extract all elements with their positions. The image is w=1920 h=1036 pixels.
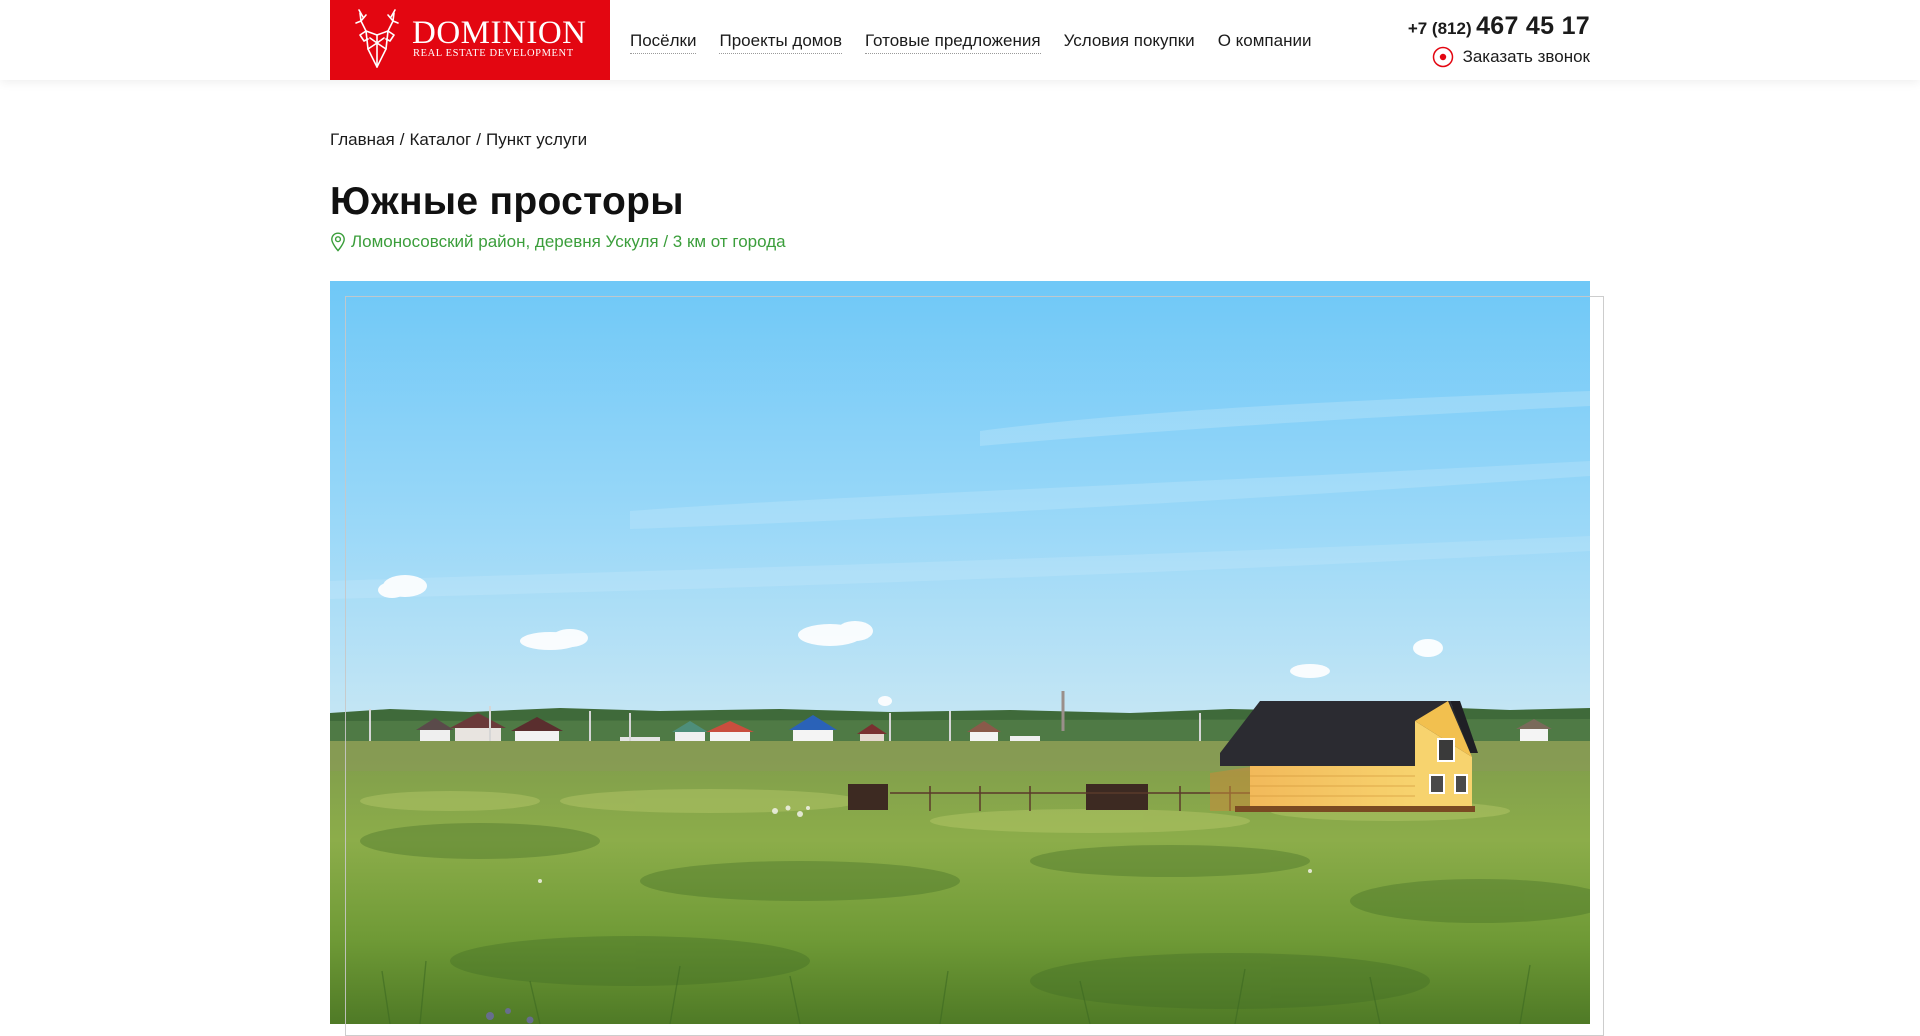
phone-number: 467 45 17 — [1476, 12, 1590, 40]
breadcrumb-current: Пункт услуги — [486, 130, 588, 149]
callback-label: Заказать звонок — [1462, 47, 1590, 66]
nav-item-purchase-terms[interactable]: Условия покупки — [1064, 30, 1195, 54]
phone-link[interactable]: +7 (812) 467 45 17 — [1390, 12, 1590, 41]
breadcrumb: Главная / Каталог / Пункт услуги — [330, 128, 587, 152]
breadcrumb-catalog[interactable]: Каталог — [409, 130, 471, 149]
map-pin-icon — [331, 232, 345, 252]
phone-code: +7 (812) — [1407, 19, 1472, 38]
logo[interactable]: DOMINION REAL ESTATE DEVELOPMENT — [330, 0, 610, 80]
location-text: Ломоносовский район, деревня Ускуля / 3 … — [351, 232, 786, 251]
page-title: Южные просторы — [330, 180, 684, 223]
location-line: Ломоносовский район, деревня Ускуля / 3 … — [330, 230, 786, 254]
record-dot-icon — [1432, 46, 1453, 68]
site-header: DOMINION REAL ESTATE DEVELOPMENT Посёлки… — [0, 0, 1920, 80]
nav-item-house-projects[interactable]: Проекты домов — [719, 30, 842, 54]
hero-photo-illustration — [330, 281, 1590, 1024]
breadcrumb-separator: / — [476, 130, 481, 149]
village-field-photo — [330, 281, 1590, 1024]
callback-button[interactable]: Заказать звонок — [1420, 45, 1590, 69]
deer-head-icon — [355, 9, 399, 68]
nav-item-ready-offers[interactable]: Готовые предложения — [864, 30, 1041, 54]
main-nav: Посёлки Проекты домов Готовые предложени… — [630, 30, 1311, 54]
breadcrumb-home[interactable]: Главная — [330, 130, 395, 149]
nav-item-about[interactable]: О компании — [1218, 30, 1312, 54]
breadcrumb-separator: / — [399, 130, 405, 149]
logo-subtitle: REAL ESTATE DEVELOPMENT — [413, 48, 574, 59]
logo-title: DOMINION — [412, 15, 587, 51]
nav-item-settlements[interactable]: Посёлки — [630, 30, 697, 54]
